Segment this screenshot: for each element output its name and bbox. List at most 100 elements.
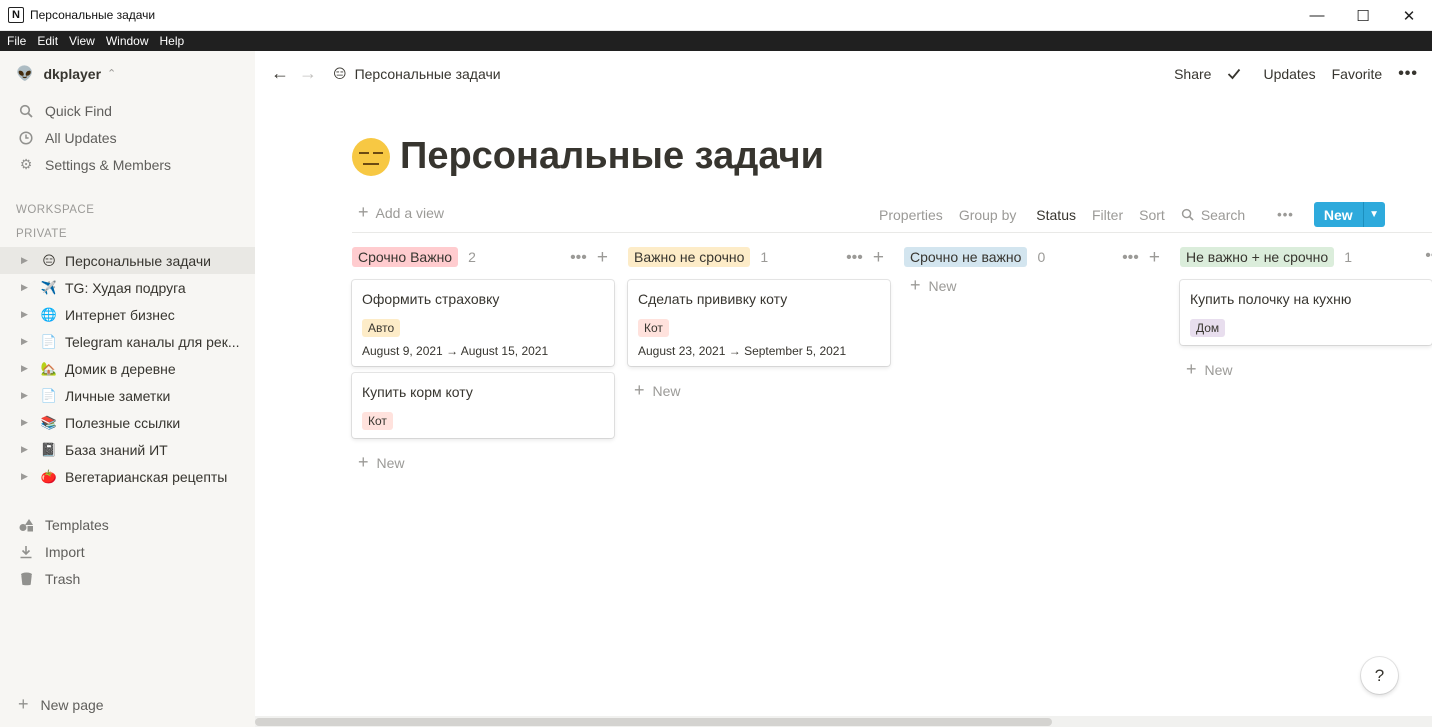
breadcrumb[interactable]: 😑 Персональные задачи (333, 66, 501, 82)
sidebar-page-label: Telegram каналы для рек... (65, 333, 240, 350)
board-card[interactable]: Сделать прививку коту Кот August 23, 202… (628, 280, 890, 366)
board-card[interactable]: Купить корм коту Кот (352, 373, 614, 438)
trash-icon (18, 572, 34, 586)
new-button-label[interactable]: New (1314, 202, 1363, 227)
database-toolbar: + Add a view Properties Group by Status … (352, 197, 1432, 233)
menu-view[interactable]: View (69, 34, 95, 48)
search-button[interactable]: Search (1181, 207, 1261, 223)
updates-button[interactable]: Updates (1227, 66, 1316, 82)
forward-arrow-icon[interactable]: → (299, 63, 317, 84)
more-options-icon[interactable]: ••• (1398, 65, 1418, 83)
properties-button[interactable]: Properties (879, 207, 943, 223)
templates-button[interactable]: Templates (0, 511, 255, 538)
back-arrow-icon[interactable]: ← (271, 63, 289, 84)
workspace-switcher[interactable]: 👽 dkplayer ⌃ (16, 65, 116, 82)
search-icon (1181, 208, 1194, 221)
sidebar-page-internet-business[interactable]: ▶ 🌐 Интернет бизнес (0, 301, 255, 328)
new-button[interactable]: New ▼ (1313, 202, 1385, 227)
sidebar-page-personal-notes[interactable]: ▶ 📄 Личные заметки (0, 382, 255, 409)
more-options-icon[interactable]: ••• (1122, 249, 1139, 267)
plus-icon[interactable]: + (1149, 247, 1160, 269)
updates-label: Updates (1263, 66, 1316, 82)
new-page-button[interactable]: + New page (18, 694, 104, 715)
column-status-tag[interactable]: Не важно + не срочно (1180, 247, 1335, 267)
menu-help[interactable]: Help (160, 34, 185, 48)
sidebar-page-label: Личные заметки (65, 387, 171, 404)
close-button[interactable]: ✕ (1386, 0, 1432, 31)
add-card-label: New (928, 277, 957, 294)
expand-triangle-icon[interactable]: ▶ (21, 282, 31, 293)
menu-edit[interactable]: Edit (37, 34, 58, 48)
plus-icon[interactable]: + (873, 247, 884, 269)
add-card-button[interactable]: + New (904, 271, 1166, 296)
add-card-button[interactable]: + New (628, 366, 890, 401)
menu-window[interactable]: Window (106, 34, 149, 48)
menu-file[interactable]: File (7, 34, 26, 48)
quick-find-button[interactable]: Quick Find (0, 97, 255, 124)
help-button[interactable]: ? (1361, 657, 1398, 694)
settings-members-button[interactable]: ⚙ Settings & Members (0, 151, 255, 178)
board-column: Важно не срочно 1 ••• + Сделать прививку … (628, 243, 890, 401)
trash-button[interactable]: Trash (0, 565, 255, 592)
board-card[interactable]: Купить полочку на кухню Дом (1180, 280, 1432, 345)
import-button[interactable]: Import (0, 538, 255, 565)
page-title-text[interactable]: Персональные задачи (400, 135, 824, 178)
sidebar-page-label: Вегетарианская рецепты (65, 468, 228, 485)
page-emoji-icon: 🍅 (40, 468, 58, 484)
horizontal-scrollbar[interactable] (255, 716, 1432, 727)
card-title: Сделать прививку коту (638, 291, 788, 307)
board-card[interactable]: Оформить страховку Авто August 9, 2021 →… (352, 280, 614, 366)
favorite-button[interactable]: Favorite (1332, 66, 1383, 82)
maximize-button[interactable]: ☐ (1340, 0, 1386, 31)
plus-icon[interactable]: + (597, 247, 608, 269)
more-options-icon[interactable]: ••• (570, 249, 587, 267)
more-options-icon[interactable]: ••• (1425, 247, 1432, 265)
column-count: 0 (1037, 249, 1046, 265)
expand-triangle-icon[interactable]: ▶ (21, 417, 31, 428)
add-view-button[interactable]: + Add a view (358, 202, 444, 223)
gear-icon: ⚙ (19, 156, 33, 172)
page-emoji-icon: 🌐 (40, 306, 58, 322)
column-status-tag[interactable]: Срочно не важно (904, 247, 1028, 267)
expand-triangle-icon[interactable]: ▶ (21, 471, 31, 482)
minimize-button[interactable]: — (1294, 0, 1340, 31)
group-by-label: Group by (958, 206, 1017, 223)
expand-triangle-icon[interactable]: ▶ (21, 444, 31, 455)
expand-triangle-icon[interactable]: ▶ (21, 363, 31, 374)
sidebar-page-label: Интернет бизнес (65, 306, 175, 323)
sort-button[interactable]: Sort (1139, 207, 1165, 223)
filter-button[interactable]: Filter (1092, 207, 1123, 223)
more-options-icon[interactable]: ••• (1277, 207, 1294, 222)
sidebar-page-useful-links[interactable]: ▶ 📚 Полезные ссылки (0, 409, 255, 436)
sidebar-page-tg[interactable]: ▶ ✈️ TG: Худая подруга (0, 274, 255, 301)
expand-triangle-icon[interactable]: ▶ (21, 336, 31, 347)
group-by-button[interactable]: Group by Status (959, 207, 1076, 223)
more-options-icon[interactable]: ••• (846, 249, 863, 267)
column-status-tag[interactable]: Важно не срочно (628, 247, 751, 267)
add-card-button[interactable]: + New (1180, 345, 1432, 380)
expressionless-face-icon[interactable] (352, 137, 390, 176)
sidebar-page-telegram-channels[interactable]: ▶ 📄 Telegram каналы для рек... (0, 328, 255, 355)
expand-triangle-icon[interactable]: ▶ (21, 309, 31, 320)
sidebar-page-label: Полезные ссылки (65, 414, 181, 431)
sidebar-page-personal-tasks[interactable]: ▶ 😑 Персональные задачи (0, 247, 255, 274)
page-emoji-icon: 📄 (40, 387, 58, 403)
card-title: Купить полочку на кухню (1190, 291, 1352, 307)
expand-triangle-icon[interactable]: ▶ (21, 390, 31, 401)
expand-triangle-icon[interactable]: ▶ (21, 255, 31, 266)
sidebar-page-village-house[interactable]: ▶ 🏡 Домик в деревне (0, 355, 255, 382)
chevron-down-icon[interactable]: ▼ (1362, 202, 1385, 227)
all-updates-button[interactable]: All Updates (0, 124, 255, 151)
top-bar: ← → 😑 Персональные задачи Share Updates … (255, 51, 1432, 96)
add-card-button[interactable]: + New (352, 438, 614, 473)
column-status-tag[interactable]: Срочно Важно (352, 247, 459, 267)
share-button[interactable]: Share (1174, 66, 1211, 82)
card-tag: Авто (362, 319, 401, 337)
board-column: Срочно не важно 0 ••• + + New (904, 243, 1166, 296)
column-count: 2 (468, 249, 476, 265)
scrollbar-thumb[interactable] (255, 718, 1052, 726)
all-updates-label: All Updates (45, 129, 117, 146)
page-emoji-icon: 😑 (333, 65, 347, 81)
sidebar-page-it-knowledge[interactable]: ▶ 📓 База знаний ИТ (0, 436, 255, 463)
sidebar-page-vegetarian-recipes[interactable]: ▶ 🍅 Вегетарианская рецепты (0, 463, 255, 490)
